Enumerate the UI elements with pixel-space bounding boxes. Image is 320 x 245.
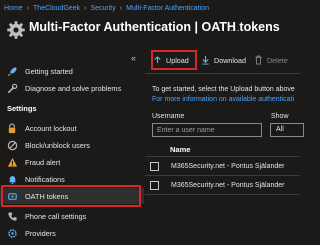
highlight-box-oath-tokens	[1, 185, 141, 207]
row-name: M365Security.net - Pontus Själander	[171, 162, 285, 170]
sidebar-item-label: Account lockout	[25, 123, 77, 133]
sidebar-item-getting-started[interactable]: Getting started	[0, 63, 144, 79]
gear-icon	[7, 21, 25, 39]
download-icon	[201, 55, 210, 65]
sidebar-item-block-unblock[interactable]: Block/unblock users	[0, 137, 144, 153]
sidebar-item-providers[interactable]: Providers	[0, 225, 144, 241]
bell-icon	[6, 173, 18, 185]
rocket-icon	[6, 65, 18, 77]
sidebar-item-label: Providers	[25, 228, 56, 238]
breadcrumb-home[interactable]: Home	[4, 5, 23, 12]
username-label: Username	[152, 113, 185, 120]
toolbar-divider	[145, 73, 300, 74]
sidebar-item-label: Phone call settings	[25, 211, 87, 221]
sidebar-item-diagnose[interactable]: Diagnose and solve problems	[0, 80, 144, 96]
collapse-sidebar-button[interactable]: «	[131, 53, 136, 63]
username-input[interactable]	[152, 123, 262, 137]
phone-icon	[6, 210, 18, 222]
delete-button[interactable]: Delete	[251, 52, 291, 68]
lock-icon	[6, 122, 18, 134]
row-divider	[145, 175, 300, 176]
sidebar-item-label: Notifications	[25, 174, 65, 184]
info-link[interactable]: For more information on available authen…	[152, 96, 294, 103]
breadcrumb-separator: ›	[26, 4, 30, 12]
more-options-button[interactable]: …	[230, 23, 240, 34]
breadcrumb-mfa[interactable]: Multi-Factor Authentication	[126, 5, 209, 12]
sidebar-item-label: Getting started	[25, 66, 73, 76]
show-label: Show	[271, 113, 289, 120]
row-name: M365Security.net - Pontus Själander	[171, 181, 285, 189]
sidebar-item-label: Diagnose and solve problems	[25, 83, 122, 93]
alert-icon	[6, 156, 18, 168]
sidebar-item-account-lockout[interactable]: Account lockout	[0, 120, 144, 136]
settings-heading: Settings	[7, 104, 37, 113]
row-checkbox[interactable]	[150, 161, 159, 171]
table-row[interactable]: M365Security.net - Pontus Själander	[150, 177, 285, 193]
breadcrumb: Home › TheCloudGeek › Security › Multi-F…	[4, 3, 209, 13]
breadcrumb-security[interactable]: Security	[90, 5, 115, 12]
breadcrumb-separator: ›	[119, 4, 123, 12]
download-label: Download	[214, 55, 246, 65]
download-button[interactable]: Download	[198, 52, 249, 68]
table-row[interactable]: M365Security.net - Pontus Själander	[150, 158, 285, 174]
highlight-box-upload	[151, 50, 197, 70]
delete-label: Delete	[266, 55, 288, 65]
trash-icon	[254, 55, 263, 65]
sidebar-item-fraud-alert[interactable]: Fraud alert	[0, 154, 144, 170]
gear-icon	[6, 227, 18, 239]
sidebar-item-phone-call[interactable]: Phone call settings	[0, 208, 144, 224]
column-header-name[interactable]: Name	[170, 145, 190, 154]
row-divider	[145, 194, 300, 195]
wrench-icon	[6, 82, 18, 94]
show-select[interactable]: All	[270, 123, 304, 137]
row-checkbox[interactable]	[150, 180, 159, 190]
block-icon	[6, 139, 18, 151]
breadcrumb-tenant[interactable]: TheCloudGeek	[33, 5, 80, 12]
sidebar-item-label: Fraud alert	[25, 157, 61, 167]
header-divider	[145, 156, 300, 157]
breadcrumb-separator: ›	[84, 4, 87, 12]
sidebar-item-label: Block/unblock users	[25, 140, 90, 150]
info-text: To get started, select the Upload button…	[152, 86, 295, 93]
page-title: Multi-Factor Authentication | OATH token…	[29, 20, 280, 34]
